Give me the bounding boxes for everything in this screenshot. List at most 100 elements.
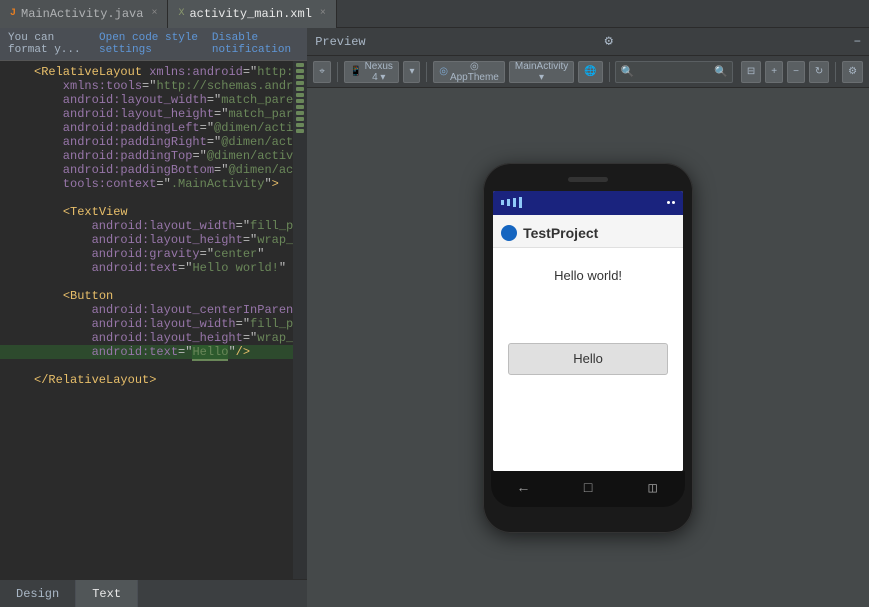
toolbar-separator-3 [609, 62, 610, 82]
tab-xml-label: activity_main.xml [189, 7, 311, 21]
tab-design[interactable]: Design [0, 580, 76, 607]
code-line-23: </RelativeLayout> [0, 373, 293, 387]
code-line-7: android:paddingTop="@dimen/activity_vert… [0, 149, 293, 163]
signal-bar-4 [519, 197, 522, 208]
tab-xml-close[interactable]: × [320, 8, 326, 19]
preview-theme-btn[interactable]: ◎ ◎ AppTheme [433, 61, 505, 83]
strip-dot [296, 69, 304, 73]
right-strip [293, 61, 307, 579]
app-title-text: TestProject [523, 225, 598, 241]
notification-text: You can format y... [8, 32, 91, 56]
code-line-10 [0, 191, 293, 205]
preview-zoom-out-btn[interactable]: − [787, 61, 805, 83]
theme-label: ◎ AppTheme [450, 61, 499, 83]
wifi-dot [672, 201, 675, 204]
tab-main-java[interactable]: J MainActivity.java × [0, 0, 168, 28]
signal-bar-2 [507, 199, 510, 206]
strip-dot [296, 105, 304, 109]
phone-screen: TestProject Hello world! Hello [493, 191, 683, 471]
phone-status-bar [493, 191, 683, 215]
preview-header: Preview ⚙ − [307, 28, 869, 56]
strip-dot [296, 129, 304, 133]
toolbar-separator-4 [835, 62, 836, 82]
strip-dot [296, 123, 304, 127]
code-line-9: tools:context=".MainActivity"> [0, 177, 293, 191]
phone-speaker [568, 177, 608, 182]
preview-btn-cursor[interactable]: ⌖ [313, 61, 331, 83]
preview-title: Preview [315, 35, 365, 49]
tab-text-label: Text [92, 587, 121, 601]
tab-design-label: Design [16, 587, 59, 601]
preview-zoom-fit-btn[interactable]: ⊟ [741, 61, 761, 83]
code-content[interactable]: <RelativeLayout xmlns:android="http://sc… [0, 61, 293, 579]
tab-text[interactable]: Text [76, 580, 138, 607]
xml-icon: X [178, 8, 184, 19]
java-icon: J [10, 8, 16, 19]
hello-button-label: Hello [573, 351, 603, 366]
code-line-16 [0, 275, 293, 289]
code-line-20: android:layout_height="wrap_content" [0, 331, 293, 345]
tab-bar: J MainActivity.java × X activity_main.xm… [0, 0, 869, 28]
nav-home-btn[interactable]: □ [584, 481, 592, 497]
strip-dot [296, 63, 304, 67]
code-line-21: android:text="Hello"/> [0, 345, 293, 359]
nav-recents-btn[interactable]: ◫ [649, 480, 657, 497]
notification-bar: You can format y... Open code style sett… [0, 28, 307, 61]
strip-dot [296, 81, 304, 85]
code-line-18: android:layout_centerInParent="true" [0, 303, 293, 317]
preview-search-box[interactable]: 🔍 🔍 [615, 61, 732, 83]
nav-back-btn[interactable]: ← [519, 481, 527, 497]
app-icon [501, 225, 517, 241]
code-line-4: android:layout_height="match_parent" [0, 107, 293, 121]
code-line-17: <Button [0, 289, 293, 303]
editor-panel: You can format y... Open code style sett… [0, 28, 307, 607]
toolbar-separator-1 [337, 62, 338, 82]
preview-activity-btn[interactable]: MainActivity ▾ [509, 61, 574, 83]
preview-panel: Preview ⚙ − ⌖ 📱 Nexus 4 ▾ ▾ ◎ ◎ AppTheme… [307, 28, 869, 607]
status-right [667, 201, 675, 204]
preview-zoom-in-btn[interactable]: + [765, 61, 783, 83]
preview-content: TestProject Hello world! Hello ← □ ◫ [307, 88, 869, 607]
open-code-style-link[interactable]: Open code style settings [99, 32, 204, 56]
phone-device: TestProject Hello world! Hello ← □ ◫ [483, 163, 693, 533]
phone-nav-bar: ← □ ◫ [491, 471, 685, 507]
code-line-1: <RelativeLayout xmlns:android="http://sc… [0, 65, 293, 79]
signal-bar-1 [501, 200, 504, 205]
code-line-3: android:layout_width="match_parent" [0, 93, 293, 107]
main-area: You can format y... Open code style sett… [0, 28, 869, 607]
strip-dot [296, 75, 304, 79]
code-line-12: android:layout_width="fill_parent" [0, 219, 293, 233]
nexus-icon: 📱 [350, 66, 362, 77]
preview-gear-icon[interactable]: ⚙ [604, 33, 612, 50]
phone-app-title: TestProject [493, 215, 683, 248]
code-line-13: android:layout_height="wrap_content" [0, 233, 293, 247]
preview-refresh-btn[interactable]: ↻ [809, 61, 829, 83]
code-line-14: android:gravity="center" [0, 247, 293, 261]
code-line-22 [0, 359, 293, 373]
signal-bar-3 [513, 198, 516, 207]
battery-dot [667, 201, 670, 204]
bottom-tabs: Design Text [0, 579, 307, 607]
code-line-2: xmlns:tools="http://schemas.android.com/… [0, 79, 293, 93]
phone-body: Hello world! Hello [493, 248, 683, 471]
strip-dot [296, 87, 304, 91]
nexus-label: Nexus 4 ▾ [364, 61, 393, 83]
preview-locale-btn[interactable]: 🌐 [578, 61, 602, 83]
preview-orientation-btn[interactable]: ▾ [403, 61, 420, 83]
tab-activity-xml[interactable]: X activity_main.xml × [168, 0, 336, 28]
signal-bars [501, 197, 522, 208]
tab-java-close[interactable]: × [151, 8, 157, 19]
preview-toolbar: ⌖ 📱 Nexus 4 ▾ ▾ ◎ ◎ AppTheme MainActivit… [307, 56, 869, 88]
code-line-6: android:paddingRight="@dimen/activity_ho… [0, 135, 293, 149]
code-line-15: android:text="Hello world!" /> [0, 261, 293, 275]
code-line-19: android:layout_width="fill_parent" [0, 317, 293, 331]
preview-minus-icon[interactable]: − [854, 35, 861, 49]
strip-dot [296, 117, 304, 121]
disable-notification-link[interactable]: Disable notification [212, 32, 299, 56]
preview-settings-btn[interactable]: ⚙ [842, 61, 863, 83]
preview-search-input[interactable] [634, 66, 714, 78]
code-line-8: android:paddingBottom="@dimen/activity_v… [0, 163, 293, 177]
strip-dot [296, 93, 304, 97]
preview-nexus-btn[interactable]: 📱 Nexus 4 ▾ [344, 61, 400, 83]
code-line-11: <TextView [0, 205, 293, 219]
